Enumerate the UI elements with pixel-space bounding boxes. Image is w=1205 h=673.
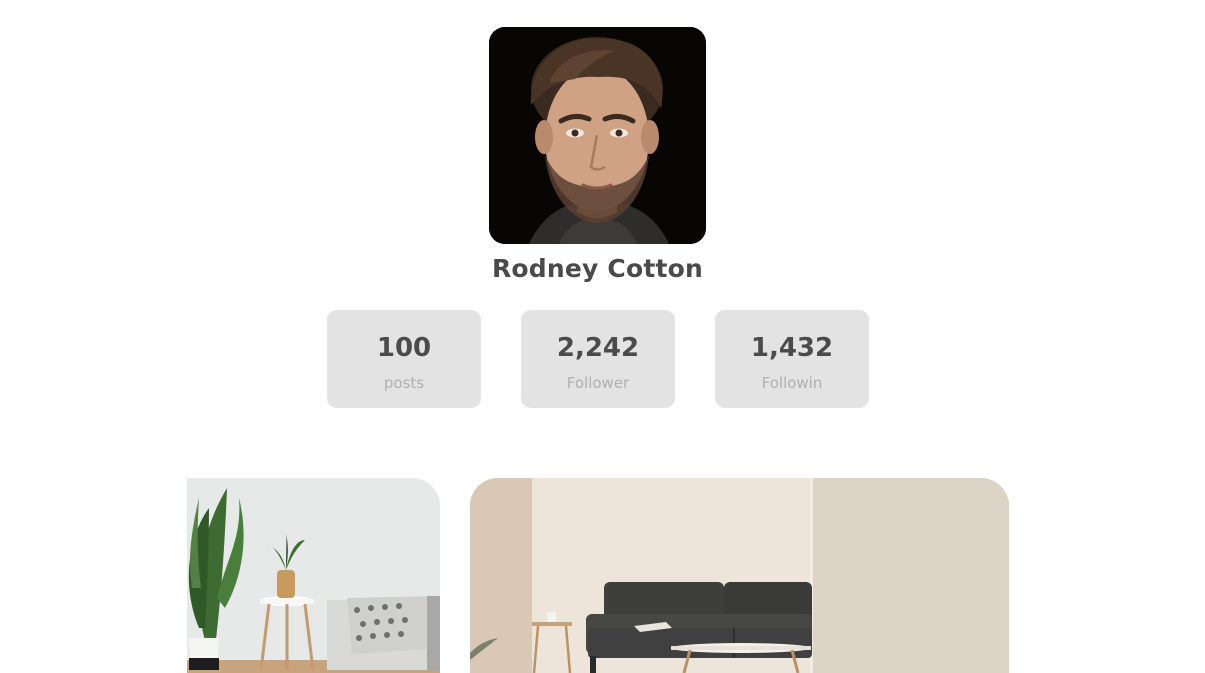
stat-label-posts: posts xyxy=(383,374,425,392)
interior-plant-photo xyxy=(187,478,440,673)
stat-card-followers[interactable]: 2,242 Follower xyxy=(521,310,675,408)
stat-card-posts[interactable]: 100 posts xyxy=(327,310,481,408)
stat-card-following[interactable]: 1,432 Followin xyxy=(715,310,869,408)
stat-value-followers: 2,242 xyxy=(556,333,640,363)
profile-avatar[interactable] xyxy=(489,27,706,244)
stat-value-following: 1,432 xyxy=(750,333,834,363)
profile-page: Rodney Cotton 100 posts 2,242 Follower 1… xyxy=(0,0,1205,673)
gallery-photo[interactable] xyxy=(470,478,1009,673)
stat-label-followers: Follower xyxy=(566,374,630,392)
interior-sofa-photo xyxy=(470,478,1009,673)
stat-label-following: Followin xyxy=(761,374,823,392)
profile-name: Rodney Cotton xyxy=(491,254,704,283)
avatar-portrait-image xyxy=(489,27,706,244)
gallery-photo[interactable] xyxy=(187,478,440,673)
stat-value-posts: 100 xyxy=(376,333,432,363)
